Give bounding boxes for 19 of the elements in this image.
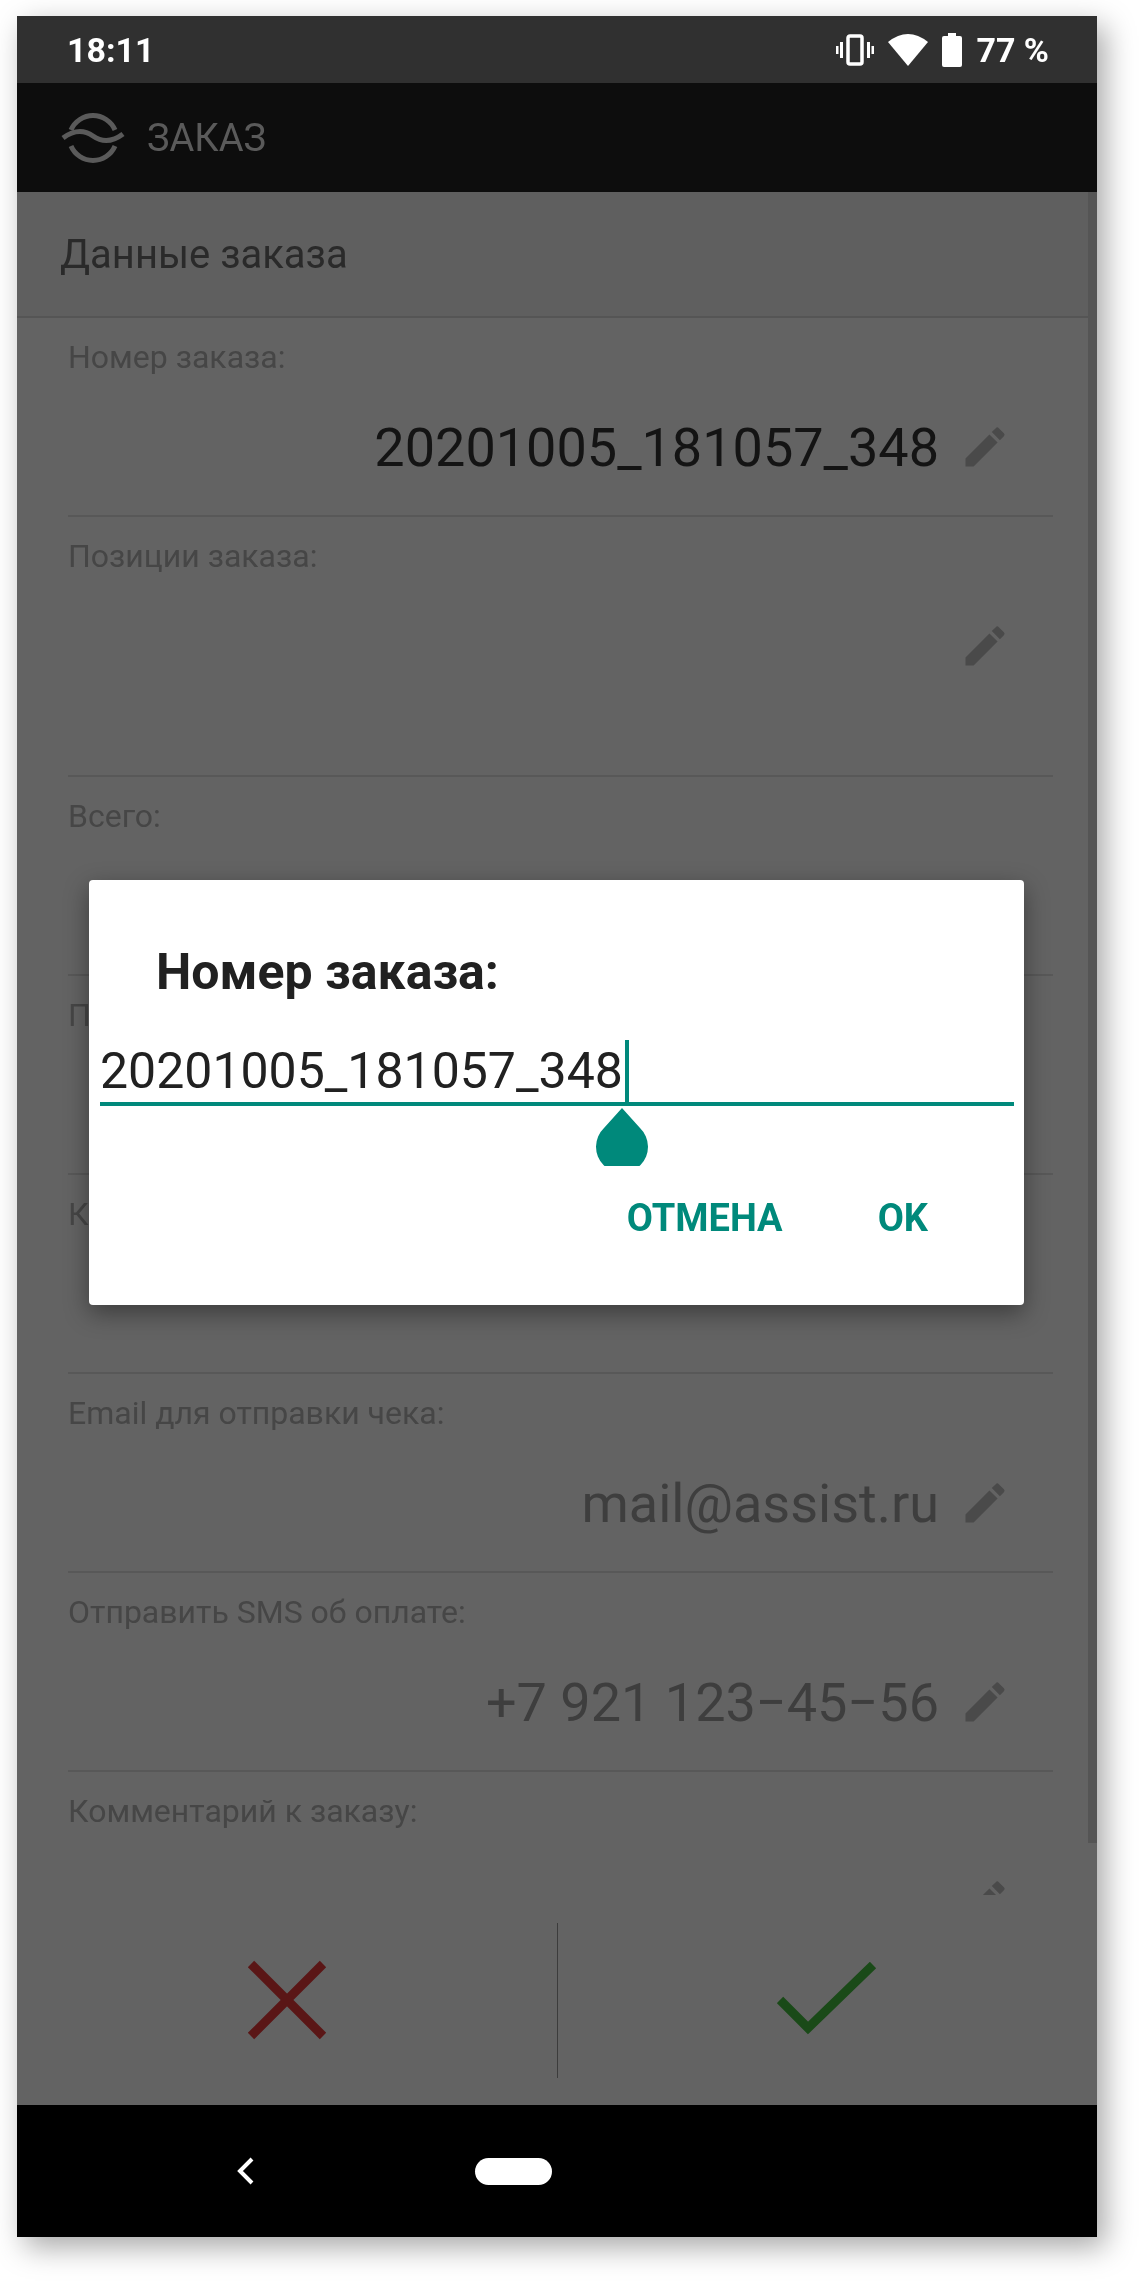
dialog-button[interactable]: OK: [857, 1184, 948, 1252]
wave-logo-icon: [61, 111, 125, 164]
vibrate-icon: [836, 33, 875, 66]
home-button[interactable]: [475, 2157, 552, 2185]
cross-icon: [246, 1960, 327, 2040]
back-button[interactable]: [237, 2157, 255, 2185]
app-title: ЗАКАЗ: [147, 115, 267, 160]
scrollbar[interactable]: [1088, 192, 1097, 1843]
wifi-icon: [888, 33, 929, 66]
text-cursor: [624, 1040, 629, 1102]
cursor-handle[interactable]: [596, 1108, 648, 1166]
battery-icon: [942, 32, 963, 67]
input-field[interactable]: 20201005_181057_348: [100, 1036, 1014, 1106]
back-icon: [237, 2157, 255, 2185]
dialog-button[interactable]: ОТМЕНА: [606, 1184, 803, 1252]
field-value: 20201005_181057_348: [374, 415, 939, 479]
battery-percent: 77 %: [976, 29, 1049, 70]
status-time: 18:11: [67, 29, 156, 70]
dialog-title: Номер заказа:: [156, 944, 500, 1000]
